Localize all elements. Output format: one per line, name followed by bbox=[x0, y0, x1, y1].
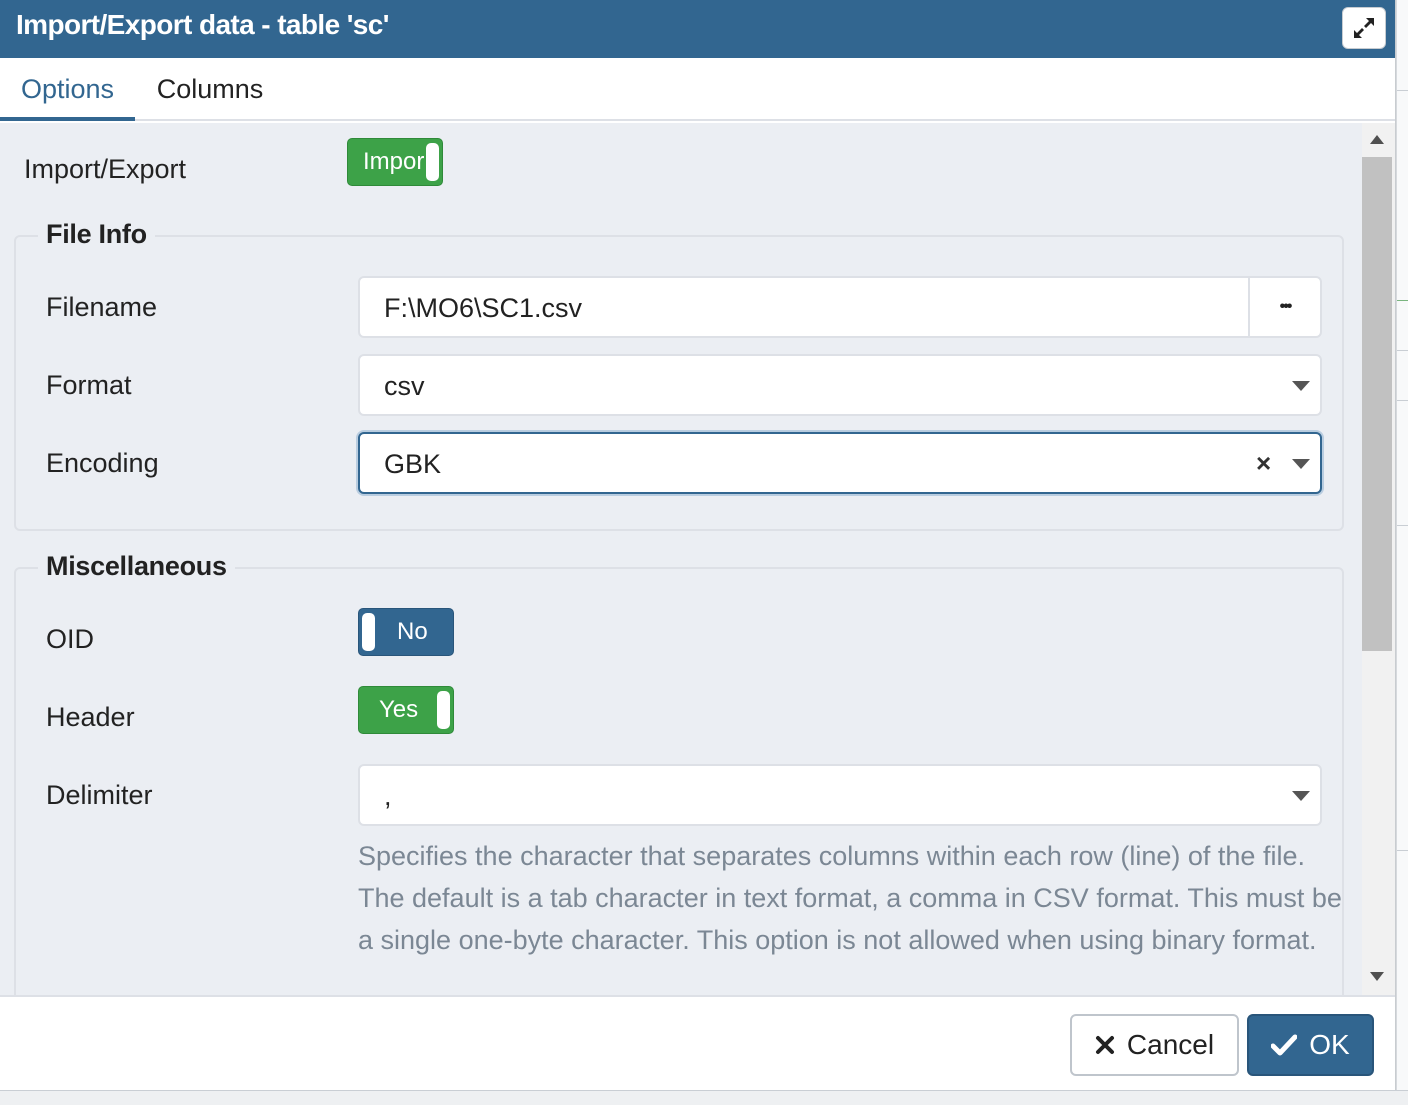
scroll-up-icon[interactable] bbox=[1370, 135, 1384, 144]
header-label: Header bbox=[46, 702, 135, 732]
chevron-down-icon bbox=[1292, 381, 1310, 391]
format-value: csv bbox=[384, 371, 425, 401]
ellipsis-icon: ••• bbox=[1279, 298, 1293, 315]
oid-toggle[interactable]: No bbox=[358, 608, 454, 656]
delimiter-label: Delimiter bbox=[46, 780, 153, 810]
checkmark-icon bbox=[1271, 1034, 1298, 1056]
dialog-title: Import/Export data - table 'sc' bbox=[16, 9, 389, 40]
toggle-knob bbox=[437, 691, 450, 729]
import-export-toggle-text: Impor bbox=[363, 148, 425, 175]
chevron-down-icon bbox=[1292, 459, 1310, 469]
expand-arrows-icon bbox=[1354, 18, 1374, 38]
miscellaneous-legend: Miscellaneous bbox=[38, 551, 235, 582]
browse-file-button[interactable]: ••• bbox=[1248, 276, 1322, 338]
maximize-button[interactable] bbox=[1342, 7, 1386, 49]
encoding-label: Encoding bbox=[46, 448, 159, 478]
import-export-toggle[interactable]: Impor bbox=[347, 138, 443, 186]
header-toggle-text: Yes bbox=[379, 696, 419, 723]
oid-toggle-text: No bbox=[397, 618, 428, 645]
filename-input[interactable]: F:\MO6\SC1.csv bbox=[358, 276, 1250, 338]
options-panel: Import/Export Impor File Info Filename F… bbox=[0, 123, 1362, 995]
delimiter-value: , bbox=[384, 781, 392, 811]
options-scrollbar[interactable] bbox=[1362, 123, 1395, 995]
toggle-knob bbox=[426, 143, 439, 181]
dialog-footer: Cancel OK bbox=[0, 995, 1395, 1090]
background-app-edge bbox=[1396, 0, 1408, 1105]
dialog-titlebar[interactable]: Import/Export data - table 'sc' bbox=[0, 0, 1395, 58]
encoding-select[interactable]: GBK × bbox=[358, 432, 1322, 494]
tab-options[interactable]: Options bbox=[0, 58, 135, 121]
filename-label: Filename bbox=[46, 292, 158, 322]
delimiter-select[interactable]: , bbox=[358, 764, 1322, 826]
ok-label: OK bbox=[1309, 1029, 1350, 1060]
filename-value: F:\MO6\SC1.csv bbox=[384, 293, 583, 323]
dialog-tabs: Options Columns bbox=[0, 58, 1395, 121]
tab-columns[interactable]: Columns bbox=[140, 58, 280, 121]
close-icon bbox=[1095, 1036, 1114, 1054]
chevron-down-icon bbox=[1292, 791, 1310, 801]
encoding-value: GBK bbox=[384, 449, 442, 479]
cancel-button[interactable]: Cancel bbox=[1070, 1014, 1239, 1076]
format-select[interactable]: csv bbox=[358, 354, 1322, 416]
header-toggle[interactable]: Yes bbox=[358, 686, 454, 734]
toggle-knob bbox=[362, 613, 375, 651]
scroll-down-icon[interactable] bbox=[1370, 972, 1384, 981]
cancel-label: Cancel bbox=[1126, 1029, 1215, 1060]
file-info-legend: File Info bbox=[38, 219, 155, 250]
clear-selection-icon[interactable]: × bbox=[1256, 448, 1271, 479]
delimiter-help-text: Specifies the character that separates c… bbox=[358, 841, 1342, 955]
import-export-dialog: Import/Export data - table 'sc' Options … bbox=[0, 0, 1396, 1090]
ok-button[interactable]: OK bbox=[1247, 1014, 1374, 1076]
oid-label: OID bbox=[46, 624, 95, 654]
background-app-bottom bbox=[0, 1090, 1408, 1105]
scrollbar-thumb[interactable] bbox=[1362, 157, 1392, 651]
import-export-label: Import/Export bbox=[24, 154, 187, 184]
format-label: Format bbox=[46, 370, 132, 400]
